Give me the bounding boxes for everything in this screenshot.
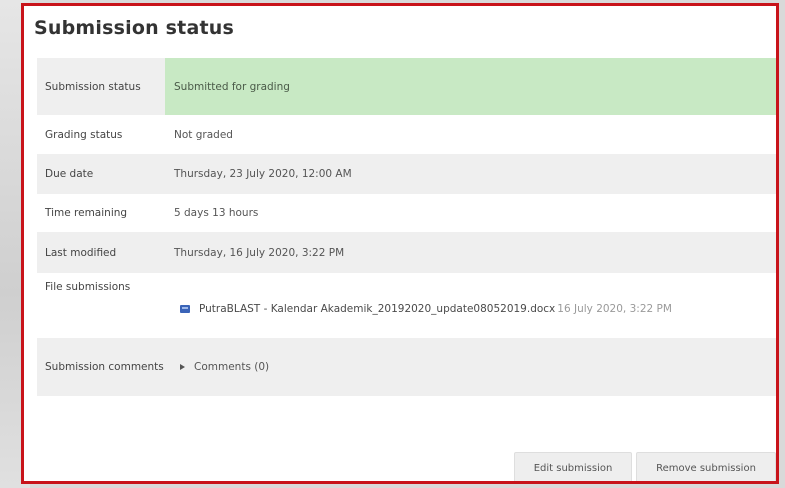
due-date-value: Thursday, 23 July 2020, 12:00 AM xyxy=(165,154,776,194)
row-label: Last modified xyxy=(37,232,165,273)
time-remaining-value: 5 days 13 hours xyxy=(165,194,776,232)
file-date: 16 July 2020, 3:22 PM xyxy=(557,303,672,315)
status-value: Submitted for grading xyxy=(165,58,776,115)
caret-right-icon xyxy=(180,364,185,370)
file-submissions-cell: PutraBLAST - Kalendar Akademik_20192020_… xyxy=(165,273,776,338)
table-row: Due date Thursday, 23 July 2020, 12:00 A… xyxy=(37,154,776,194)
comments-toggle[interactable]: Comments (0) xyxy=(180,361,269,373)
table-row: Submission comments Comments (0) xyxy=(37,338,776,396)
edit-submission-button[interactable]: Edit submission xyxy=(514,452,632,481)
table-row: Time remaining 5 days 13 hours xyxy=(37,194,776,232)
comments-cell: Comments (0) xyxy=(165,338,776,396)
file-link[interactable]: PutraBLAST - Kalendar Akademik_20192020_… xyxy=(199,303,555,315)
comments-toggle-label: Comments (0) xyxy=(194,361,270,373)
grading-status-value: Not graded xyxy=(165,115,776,154)
row-label: File submissions xyxy=(37,273,165,338)
row-label: Grading status xyxy=(37,115,165,154)
remove-submission-button[interactable]: Remove submission xyxy=(636,452,776,481)
table-row: Grading status Not graded xyxy=(37,115,776,154)
submission-status-table: Submission status Submitted for grading … xyxy=(37,58,776,396)
file-submission-item[interactable]: PutraBLAST - Kalendar Akademik_20192020_… xyxy=(180,303,672,315)
row-label: Time remaining xyxy=(37,194,165,232)
table-row: Submission status Submitted for grading xyxy=(37,58,776,115)
last-modified-value: Thursday, 16 July 2020, 3:22 PM xyxy=(165,232,776,273)
table-row: Last modified Thursday, 16 July 2020, 3:… xyxy=(37,232,776,273)
document-icon xyxy=(180,305,190,313)
row-label: Due date xyxy=(37,154,165,194)
row-label: Submission status xyxy=(37,58,165,115)
table-row: File submissions PutraBLAST - Kalendar A… xyxy=(37,273,776,338)
row-label: Submission comments xyxy=(37,338,165,396)
submission-status-panel: Submission status Submission status Subm… xyxy=(21,3,779,484)
page-title: Submission status xyxy=(34,17,234,39)
